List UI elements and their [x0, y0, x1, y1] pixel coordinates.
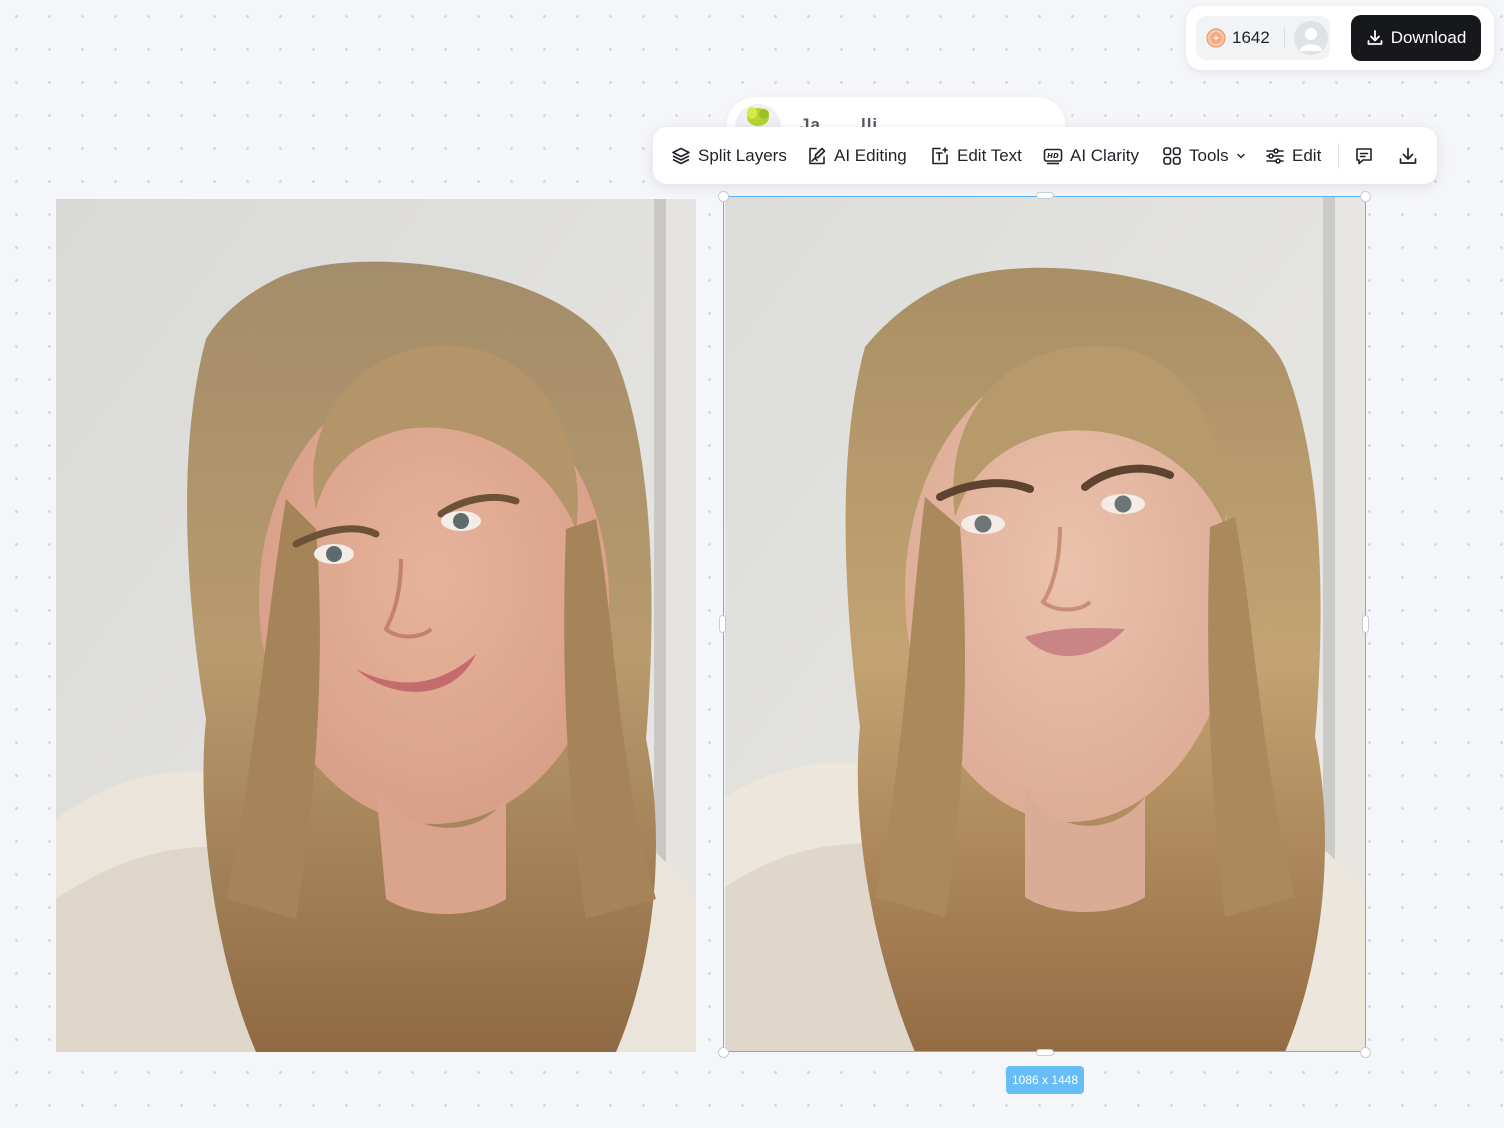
coin-icon	[1206, 28, 1226, 48]
tools-label: Tools	[1189, 145, 1229, 165]
text-edit-icon	[930, 146, 950, 166]
layers-icon	[671, 146, 691, 166]
ai-clarity-button[interactable]: HD AI Clarity	[1043, 127, 1139, 184]
account-panel: 1642 Download	[1186, 6, 1494, 70]
tools-dropdown[interactable]: Tools	[1162, 127, 1246, 184]
resize-handle-top[interactable]	[1036, 192, 1054, 199]
resize-handle-right[interactable]	[1362, 615, 1369, 633]
edit-text-button[interactable]: Edit Text	[930, 127, 1022, 184]
comment-icon	[1354, 146, 1374, 166]
resize-handle-top-right[interactable]	[1360, 191, 1371, 202]
ai-edit-icon	[807, 146, 827, 166]
ai-editing-label: AI Editing	[834, 145, 907, 165]
hd-icon: HD	[1043, 146, 1063, 166]
download-button[interactable]: Download	[1351, 15, 1481, 61]
toolbar-download-button[interactable]	[1398, 127, 1418, 184]
chevron-down-icon	[1236, 151, 1246, 161]
download-label: Download	[1390, 28, 1467, 47]
edit-button[interactable]: Edit	[1265, 127, 1321, 184]
edit-text-label: Edit Text	[957, 145, 1022, 165]
comment-button[interactable]	[1354, 127, 1374, 184]
toolbar-divider	[1338, 143, 1339, 169]
download-icon	[1398, 146, 1418, 166]
grid-icon	[1162, 146, 1182, 166]
credits-count: 1642	[1232, 28, 1270, 47]
original-photo[interactable]	[56, 199, 696, 1052]
svg-text:HD: HD	[1047, 152, 1059, 160]
resize-handle-left[interactable]	[719, 615, 726, 633]
resize-handle-bottom-right[interactable]	[1360, 1047, 1371, 1058]
resize-handle-bottom-left[interactable]	[718, 1047, 729, 1058]
ai-clarity-label: AI Clarity	[1070, 145, 1139, 165]
ai-editing-button[interactable]: AI Editing	[807, 127, 907, 184]
download-icon	[1366, 29, 1384, 47]
user-avatar-icon[interactable]	[1294, 21, 1328, 55]
dimension-badge: 1086 x 1448	[1006, 1066, 1084, 1094]
split-layers-label: Split Layers	[698, 145, 787, 165]
resize-handle-top-left[interactable]	[718, 191, 729, 202]
split-layers-button[interactable]: Split Layers	[671, 127, 787, 184]
edited-photo[interactable]	[725, 197, 1366, 1052]
resize-handle-bottom[interactable]	[1036, 1049, 1054, 1056]
sliders-icon	[1265, 146, 1285, 166]
divider	[1284, 27, 1285, 49]
credits-pill[interactable]: 1642	[1196, 16, 1330, 60]
image-toolbar: Split Layers AI Editing Edit Text HD AI …	[653, 127, 1437, 184]
edit-label: Edit	[1292, 145, 1322, 165]
